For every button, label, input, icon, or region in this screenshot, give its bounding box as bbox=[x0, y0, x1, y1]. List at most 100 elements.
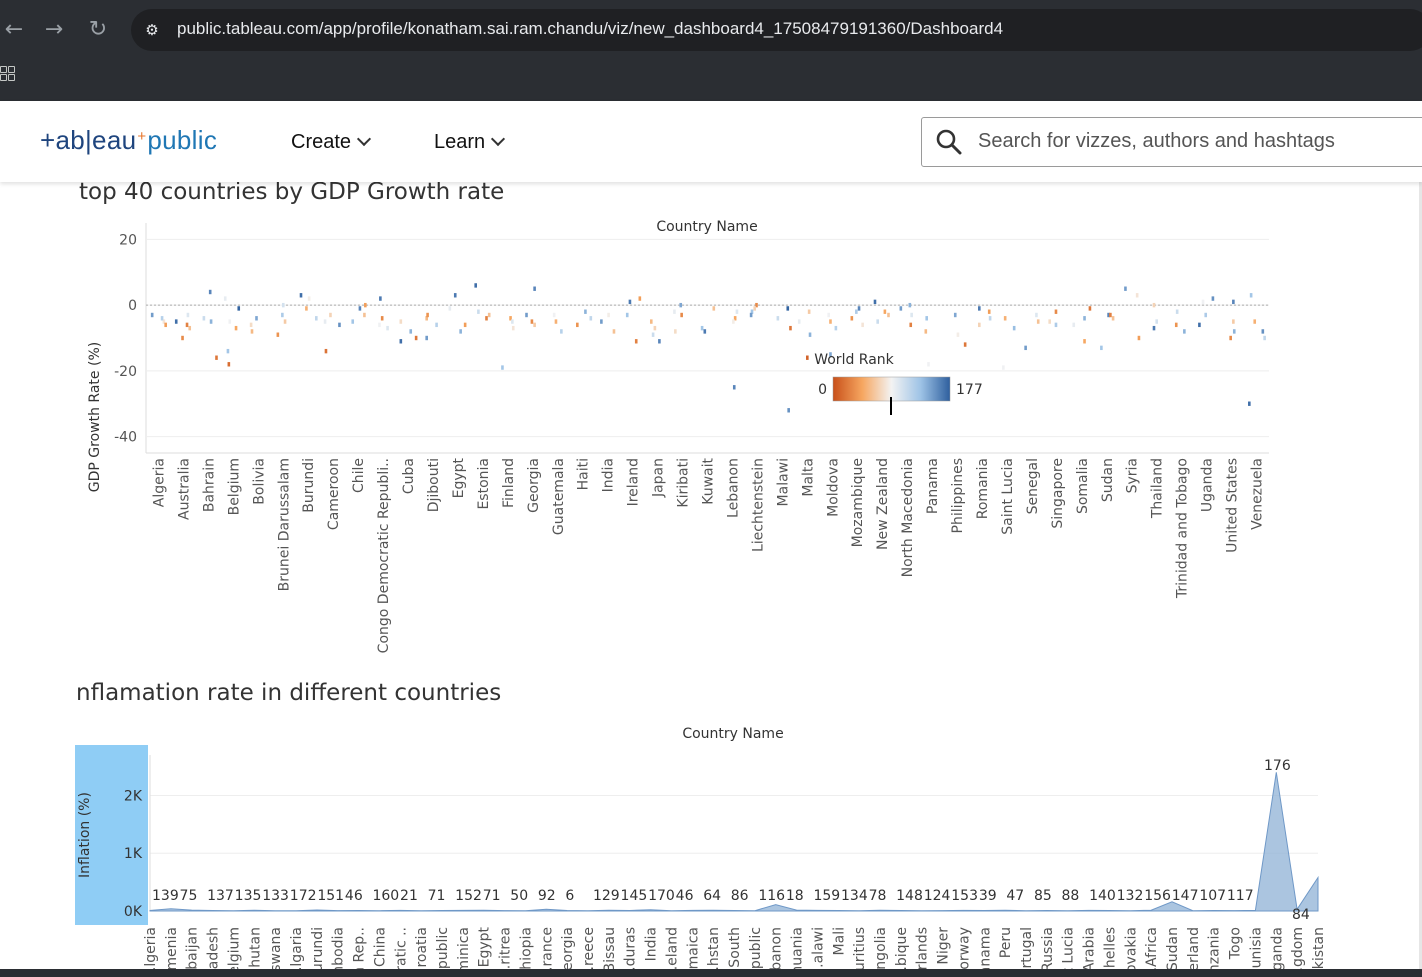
gdp-point bbox=[1012, 325, 1016, 331]
gdp-x-tick-label: Algeria bbox=[151, 458, 167, 507]
create-menu[interactable]: Create bbox=[291, 131, 372, 154]
inflation-y-tick-label: 2K bbox=[124, 788, 143, 804]
gdp-point bbox=[834, 325, 838, 331]
inflation-x-tick-label: ..lgaria bbox=[289, 927, 305, 970]
search-box[interactable] bbox=[921, 117, 1422, 167]
gdp-x-tick-label: Thailand bbox=[1150, 458, 1166, 519]
gdp-point bbox=[185, 322, 189, 328]
gdp-point bbox=[215, 355, 218, 360]
gdp-point bbox=[607, 312, 610, 318]
gdp-x-tick-label: Kuwait bbox=[701, 457, 717, 504]
inflation-x-tick-label: ..ngolia bbox=[873, 927, 889, 970]
inflation-data-label: 39 bbox=[979, 888, 997, 904]
gdp-x-tick-label: Australia bbox=[176, 458, 192, 520]
gdp-point bbox=[226, 348, 230, 354]
inflation-x-tick-label: ..roatia bbox=[414, 927, 430, 970]
gdp-x-tick-label: Moldova bbox=[825, 458, 841, 517]
gdp-point bbox=[305, 306, 308, 311]
tableau-public-logo[interactable]: +ab|eau+public bbox=[40, 125, 217, 156]
reload-icon[interactable]: ↻ bbox=[84, 16, 112, 44]
inflation-data-label: 78 bbox=[869, 888, 887, 904]
gdp-point bbox=[227, 362, 231, 367]
inflation-peak-label: 176 bbox=[1264, 758, 1291, 774]
gdp-point bbox=[589, 316, 593, 321]
gdp-point bbox=[927, 362, 930, 367]
gdp-x-tick-label: Ireland bbox=[626, 458, 642, 506]
gdp-point bbox=[584, 309, 587, 314]
search-input[interactable] bbox=[976, 129, 1420, 154]
gdp-point bbox=[1088, 306, 1092, 311]
gdp-point bbox=[1253, 319, 1257, 324]
gdp-point bbox=[181, 335, 184, 341]
gdp-point bbox=[160, 316, 164, 321]
gdp-point bbox=[1054, 322, 1058, 328]
inflation-data-label: 135 bbox=[235, 888, 262, 904]
gdp-point bbox=[1201, 299, 1205, 305]
gdp-point bbox=[552, 312, 556, 318]
inflation-x-tick-label: ..rance bbox=[539, 927, 555, 970]
gdp-point bbox=[560, 329, 563, 334]
gdp-x-tick-label: Venezuela bbox=[1250, 458, 1266, 530]
inflation-x-tick-label: Mali bbox=[831, 927, 847, 955]
apps-grid-icon[interactable] bbox=[0, 66, 16, 82]
address-bar[interactable]: ⚙ public.tableau.com/app/profile/konatha… bbox=[131, 9, 1422, 51]
gdp-point bbox=[435, 322, 438, 328]
site-info-icon[interactable]: ⚙ bbox=[141, 19, 163, 41]
inflation-data-label: 46 bbox=[345, 888, 363, 904]
gdp-point bbox=[380, 316, 384, 321]
gdp-point bbox=[1083, 316, 1086, 321]
gdp-point bbox=[1261, 329, 1265, 334]
forward-icon[interactable]: → bbox=[40, 16, 68, 44]
inflation-x-tick-label: ..ritrea bbox=[498, 927, 514, 970]
gdp-point bbox=[1002, 365, 1005, 370]
url-text[interactable]: public.tableau.com/app/profile/konatham.… bbox=[177, 19, 1003, 39]
gdp-point bbox=[1198, 322, 1201, 328]
logo-text-right: public bbox=[147, 125, 218, 155]
gdp-point bbox=[953, 312, 957, 318]
gdp-point bbox=[1174, 322, 1178, 328]
inflation-data-label: 75 bbox=[180, 888, 198, 904]
gdp-point bbox=[797, 319, 801, 324]
gdp-point bbox=[1152, 325, 1156, 331]
gdp-point bbox=[924, 329, 928, 334]
inflation-data-label: 153 bbox=[951, 888, 978, 904]
inflation-x-tick-label: ..n Rep.. bbox=[352, 927, 368, 970]
gdp-point bbox=[255, 316, 258, 321]
gdp-point bbox=[651, 332, 655, 337]
gdp-point bbox=[150, 312, 154, 318]
legend-title: World Rank bbox=[814, 352, 894, 368]
gdp-point bbox=[861, 322, 864, 328]
gdp-x-tick-label: Panama bbox=[925, 458, 941, 514]
inflation-data-label: 172 bbox=[290, 888, 317, 904]
gdp-point bbox=[909, 322, 913, 328]
gdp-point bbox=[1109, 312, 1112, 318]
gdp-x-tick-label: Malawi bbox=[775, 458, 791, 506]
inflation-x-tick-label: ..urundi bbox=[310, 927, 326, 970]
gdp-chart-title: top 40 countries by GDP Growth rate bbox=[79, 179, 504, 205]
gdp-y-tick-label: -20 bbox=[114, 364, 137, 380]
gdp-point bbox=[477, 309, 480, 314]
inflation-data-label: 129 bbox=[593, 888, 620, 904]
gdp-point bbox=[703, 329, 707, 334]
gdp-point bbox=[223, 296, 227, 301]
chevron-down-icon bbox=[491, 131, 506, 147]
gdp-point bbox=[855, 309, 858, 314]
inflation-x-tick-label: ..Africa bbox=[1144, 927, 1160, 970]
chevron-down-icon bbox=[356, 131, 372, 147]
gdp-point bbox=[808, 332, 812, 337]
gdp-point bbox=[857, 306, 861, 311]
gdp-x-tick-label: Finland bbox=[501, 458, 517, 508]
search-icon[interactable] bbox=[936, 129, 962, 155]
inflation-x-tick-label: ..uritius bbox=[852, 927, 868, 970]
legend-max-label: 177 bbox=[956, 382, 983, 398]
gdp-x-tick-label: Cameroon bbox=[326, 458, 342, 530]
inflation-chart: nflamation rate in different countries Co… bbox=[75, 680, 1327, 970]
inflation-x-tick-label: ..kistan bbox=[1311, 927, 1327, 970]
inflation-x-tick-label: Niger bbox=[936, 927, 952, 965]
learn-menu[interactable]: Learn bbox=[434, 131, 506, 154]
back-icon[interactable]: ← bbox=[0, 16, 28, 44]
gdp-point bbox=[283, 319, 287, 324]
gdp-point bbox=[530, 319, 534, 324]
gdp-x-tick-label: Uganda bbox=[1200, 458, 1216, 512]
gdp-point bbox=[978, 306, 981, 311]
